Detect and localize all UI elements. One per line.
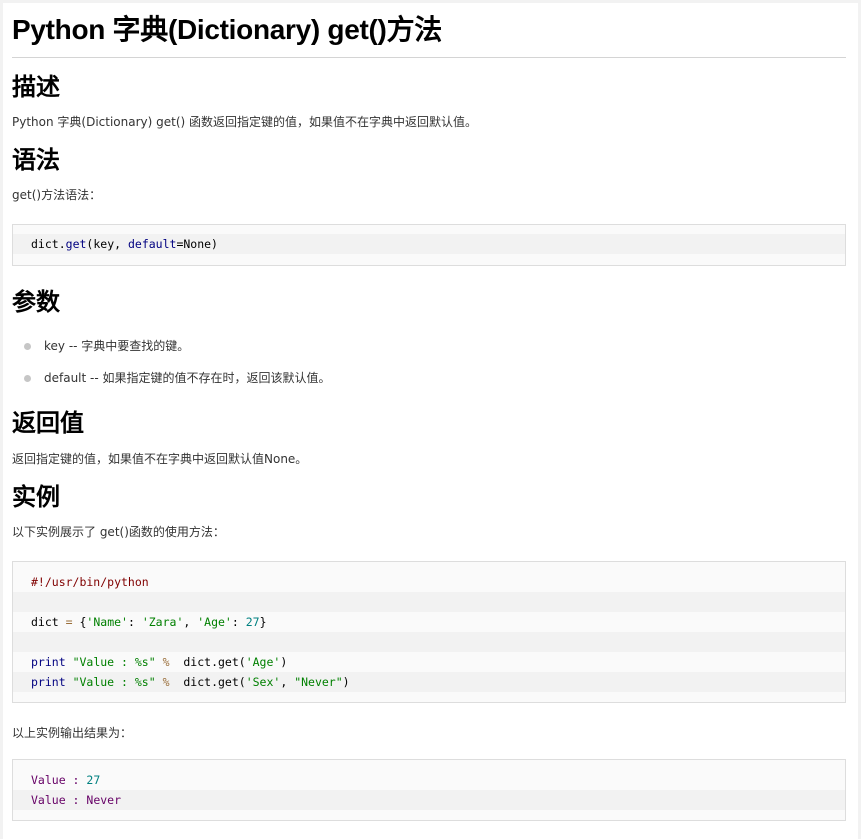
code-line: print "Value : %s" % dict.get('Sex', "Ne… <box>13 672 845 692</box>
example-code-block: #!/usr/bin/python dict = {'Name': 'Zara'… <box>12 561 846 703</box>
heading-params: 参数 <box>12 289 60 316</box>
heading-description: 描述 <box>12 74 60 101</box>
param-default-text: default -- 如果指定键的值不存在时，返回该默认值。 <box>44 371 331 385</box>
output-line: Value : 27 <box>31 773 101 787</box>
example-intro: 以下实例展示了 get()函数的使用方法： <box>12 525 225 539</box>
param-key-text: key -- 字典中要查找的键。 <box>44 339 190 353</box>
code-line: #!/usr/bin/python <box>31 575 149 589</box>
syntax-code-block: dict.get(key, default=None) <box>12 224 846 266</box>
bullet-icon <box>24 375 31 382</box>
code-line <box>13 592 845 612</box>
syntax-intro: get()方法语法： <box>12 188 102 202</box>
output-line: Value : Never <box>13 790 845 810</box>
code-line: dict = {'Name': 'Zara', 'Age': 27} <box>31 615 267 629</box>
heading-syntax: 语法 <box>12 147 60 174</box>
bullet-icon <box>24 343 31 350</box>
output-intro: 以上实例输出结果为： <box>12 726 133 740</box>
output-block: Value : 27 Value : Never <box>12 759 846 821</box>
code-line: dict.get(key, default=None) <box>13 234 845 254</box>
title-divider <box>12 57 846 58</box>
code-line <box>13 632 845 652</box>
heading-example: 实例 <box>12 484 60 511</box>
page: Python 字典(Dictionary) get()方法 描述 Python … <box>0 0 861 839</box>
page-title: Python 字典(Dictionary) get()方法 <box>12 14 442 45</box>
list-item: default -- 如果指定键的值不存在时，返回该默认值。 <box>12 369 612 387</box>
description-text: Python 字典(Dictionary) get() 函数返回指定键的值，如果… <box>12 115 478 129</box>
list-item: key -- 字典中要查找的键。 <box>12 337 612 355</box>
returns-text: 返回指定键的值，如果值不在字典中返回默认值None。 <box>12 452 308 466</box>
heading-returns: 返回值 <box>12 410 84 437</box>
code-line: print "Value : %s" % dict.get('Age') <box>31 655 288 669</box>
